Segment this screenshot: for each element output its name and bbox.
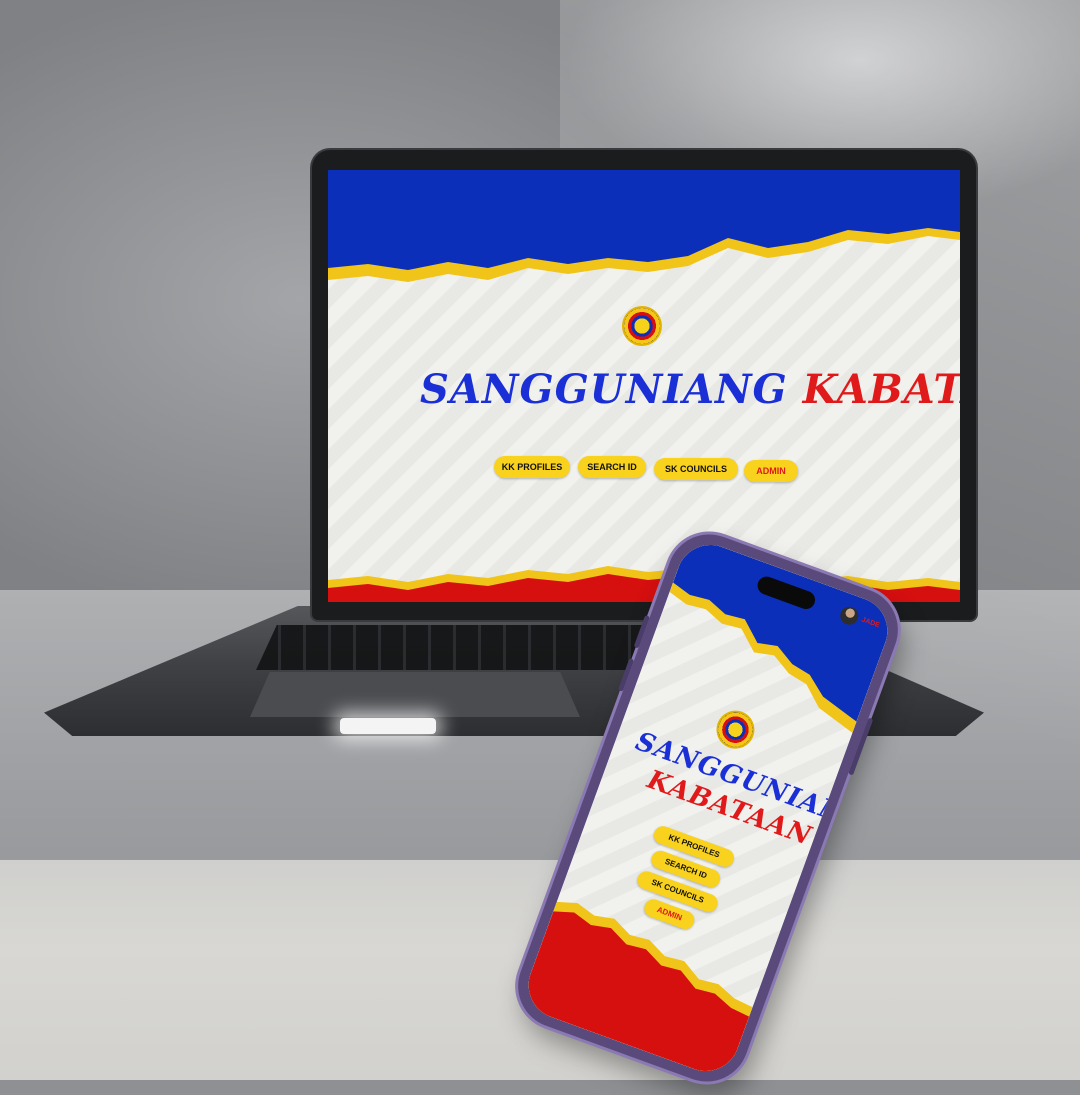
site-title: SANGGUNIANG KABATAAN — [420, 366, 960, 413]
title-red: KABATAAN — [802, 366, 960, 413]
nav-kk-profiles-button[interactable]: KK PROFILES — [494, 456, 570, 478]
nav-sk-councils-button[interactable]: SK COUNCILS — [654, 458, 738, 480]
nav-search-id-button[interactable]: SEARCH ID — [578, 456, 646, 478]
laptop-front-glow — [340, 718, 436, 734]
sk-seal-icon — [624, 308, 660, 344]
nav-admin-button[interactable]: ADMIN — [744, 460, 798, 482]
laptop-trackpad — [250, 672, 580, 717]
top-torn-banner — [328, 170, 960, 282]
title-blue: SANGGUNIANG — [420, 366, 788, 413]
laptop-website: SANGGUNIANG KABATAAN KK PROFILES SEARCH … — [328, 170, 960, 602]
laptop-display: SANGGUNIANG KABATAAN KK PROFILES SEARCH … — [312, 150, 976, 620]
